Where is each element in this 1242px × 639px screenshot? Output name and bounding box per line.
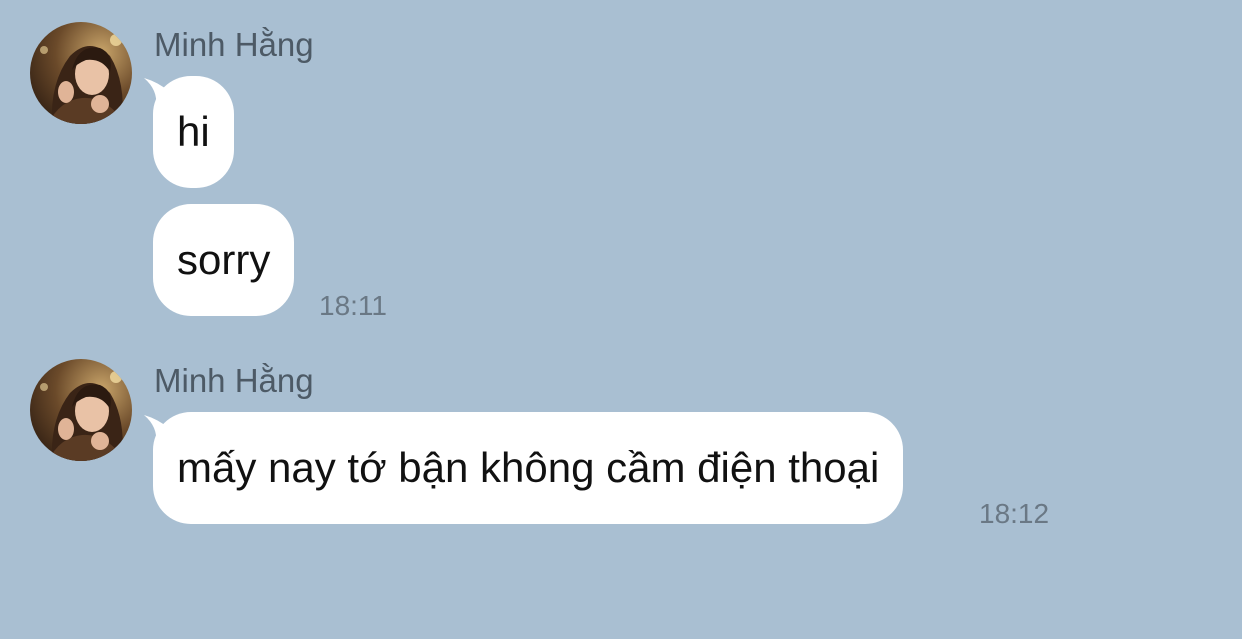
message-bubble[interactable]: hi — [153, 76, 234, 188]
message-timestamp: 18:12 — [979, 498, 1050, 529]
message-text: sorry — [177, 236, 271, 283]
sender-avatar[interactable] — [30, 22, 132, 124]
avatar-image — [30, 359, 132, 461]
message-timestamp: 18:11 — [319, 290, 387, 321]
sender-name: Minh Hằng — [154, 26, 314, 63]
sender-avatar[interactable] — [30, 359, 132, 461]
avatar-image — [30, 22, 132, 124]
message-text: hi — [177, 108, 210, 155]
message-text: mấy nay tớ bận không cầm điện thoại — [177, 444, 880, 491]
message-bubble[interactable]: sorry — [153, 204, 295, 316]
sender-name: Minh Hằng — [154, 362, 314, 399]
message-bubble[interactable]: mấy nay tớ bận không cầm điện thoại — [153, 412, 904, 524]
